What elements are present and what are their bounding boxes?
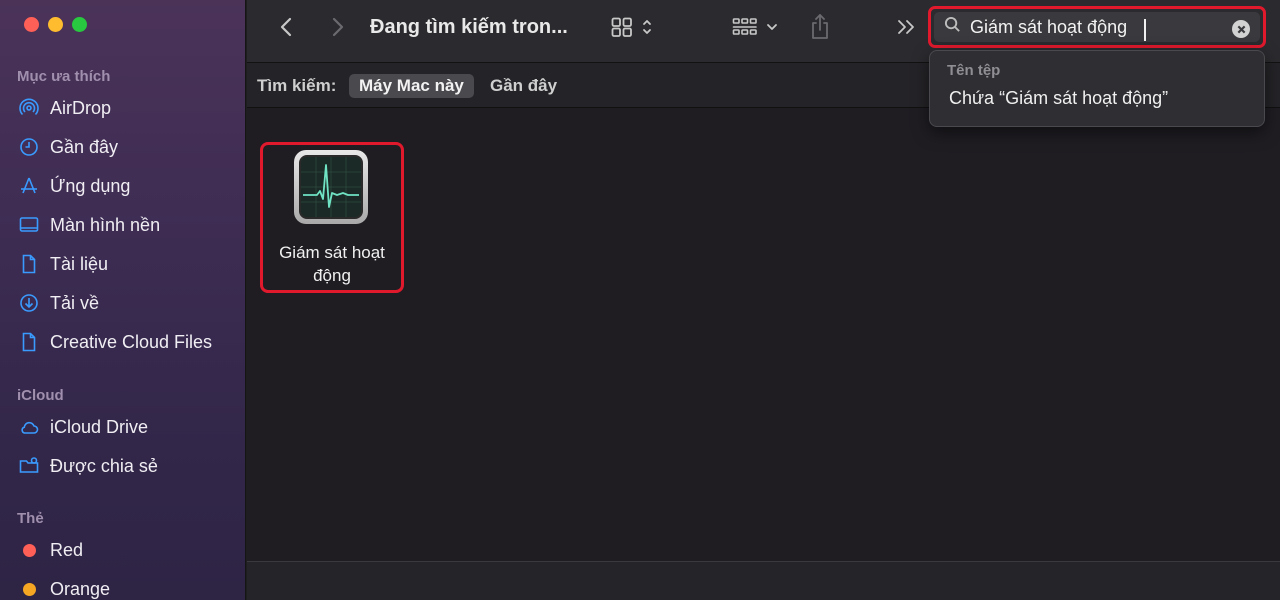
airdrop-icon bbox=[18, 97, 40, 119]
sidebar-item-label: Màn hình nền bbox=[50, 214, 161, 235]
sidebar-item-label: Creative Cloud Files bbox=[50, 331, 213, 352]
icon-grid-icon bbox=[611, 17, 632, 37]
search-icon bbox=[944, 16, 961, 38]
search-field[interactable] bbox=[934, 12, 1260, 42]
sidebar-item-shared[interactable]: Được chia sẻ bbox=[18, 452, 158, 480]
sidebar-item-label: iCloud Drive bbox=[50, 416, 149, 437]
sidebar-item-label: Orange bbox=[50, 578, 111, 599]
back-button[interactable] bbox=[275, 12, 297, 42]
shared-folder-icon bbox=[18, 455, 40, 477]
scope-this-mac-button[interactable]: Máy Mac này bbox=[349, 74, 474, 98]
group-by-button[interactable] bbox=[729, 12, 781, 42]
favorites-section-title: Mục ưa thích bbox=[17, 68, 111, 85]
close-icon bbox=[1237, 25, 1245, 33]
suggestions-heading: Tên tệp bbox=[947, 62, 1001, 79]
sidebar: Mục ưa thích AirDrop Gần đây Ứng dụng Mà… bbox=[0, 0, 246, 600]
scope-label: Tìm kiếm: bbox=[257, 76, 337, 95]
sidebar-item-downloads[interactable]: Tải về bbox=[18, 289, 99, 317]
sidebar-item-label: Tải về bbox=[50, 292, 100, 313]
sidebar-item-recents[interactable]: Gần đây bbox=[18, 133, 118, 161]
red-tag-dot-icon bbox=[22, 543, 36, 557]
cloud-icon bbox=[18, 416, 40, 438]
share-button[interactable] bbox=[808, 12, 832, 42]
result-item-activity-monitor[interactable]: Giám sát hoạt động bbox=[260, 142, 404, 293]
chevron-updown-icon bbox=[642, 20, 651, 34]
sidebar-item-icloud-drive[interactable]: iCloud Drive bbox=[18, 413, 148, 441]
search-results: Giám sát hoạt động bbox=[247, 108, 1280, 561]
download-icon bbox=[18, 292, 40, 314]
sidebar-item-label: Red bbox=[50, 539, 84, 560]
sidebar-item-tag-orange[interactable]: Orange bbox=[18, 575, 110, 600]
clear-search-button[interactable] bbox=[1232, 20, 1250, 38]
result-item-name: Giám sát hoạt động bbox=[279, 243, 385, 285]
view-mode-button[interactable] bbox=[605, 12, 657, 42]
sidebar-item-desktop[interactable]: Màn hình nền bbox=[18, 211, 160, 239]
chevron-left-icon bbox=[280, 17, 292, 37]
sidebar-item-label: AirDrop bbox=[50, 97, 112, 118]
search-field-highlight bbox=[928, 6, 1266, 48]
orange-tag-dot-icon bbox=[22, 582, 36, 596]
finder-main: Đang tìm kiếm tron... Giám sát hoạt động… bbox=[247, 0, 1280, 600]
sidebar-item-label: Tài liệu bbox=[50, 253, 109, 274]
tags-section-title: Thẻ bbox=[17, 510, 44, 527]
sidebar-item-label: Gần đây bbox=[50, 136, 119, 157]
sidebar-item-creative-cloud-files[interactable]: Creative Cloud Files bbox=[18, 328, 212, 356]
suggestion-name-contains[interactable]: Chứa “Giám sát hoạt động” bbox=[949, 88, 1168, 109]
search-suggestions-menu: Tên tệp Chứa “Giám sát hoạt động” bbox=[929, 50, 1265, 127]
document-icon bbox=[18, 253, 40, 275]
icloud-section-title: iCloud bbox=[17, 387, 64, 404]
group-items-icon bbox=[732, 18, 757, 35]
window-title: Đang tìm kiếm tron... bbox=[370, 16, 568, 38]
file-icon bbox=[18, 331, 40, 353]
status-bar bbox=[247, 561, 1280, 600]
forward-button[interactable] bbox=[327, 12, 349, 42]
sidebar-item-applications[interactable]: Ứng dụng bbox=[18, 172, 130, 200]
sidebar-item-documents[interactable]: Tài liệu bbox=[18, 250, 108, 278]
chevron-down-icon bbox=[767, 24, 777, 30]
chevron-right-icon bbox=[332, 17, 344, 37]
sidebar-item-label: Ứng dụng bbox=[50, 175, 131, 196]
more-toolbar-button[interactable] bbox=[895, 12, 917, 42]
text-caret bbox=[1144, 19, 1146, 41]
clock-icon bbox=[18, 136, 40, 158]
double-chevron-right-icon bbox=[898, 20, 914, 34]
close-window-button[interactable] bbox=[24, 17, 39, 32]
scope-recents-button[interactable]: Gần đây bbox=[490, 76, 557, 96]
share-icon bbox=[812, 14, 828, 39]
sidebar-item-tag-red[interactable]: Red bbox=[18, 536, 83, 564]
sidebar-item-label: Được chia sẻ bbox=[50, 455, 158, 476]
zoom-window-button[interactable] bbox=[72, 17, 87, 32]
window-controls bbox=[24, 17, 87, 32]
activity-monitor-icon bbox=[294, 150, 368, 224]
minimize-window-button[interactable] bbox=[48, 17, 63, 32]
applications-icon bbox=[18, 175, 40, 197]
sidebar-item-airdrop[interactable]: AirDrop bbox=[18, 94, 111, 122]
desktop-icon bbox=[18, 214, 40, 236]
search-input[interactable] bbox=[970, 16, 1228, 38]
